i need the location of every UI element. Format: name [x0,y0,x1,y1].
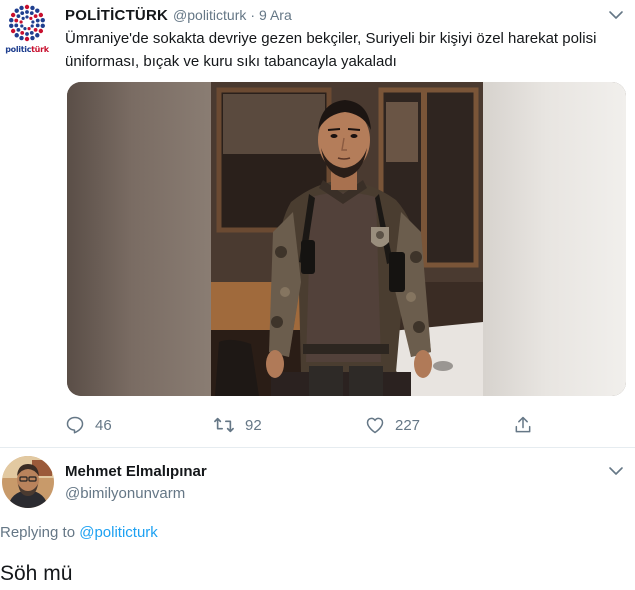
logo-wordmark: politictürk [5,45,49,54]
logo-dot [35,18,40,23]
reply-handle[interactable]: @bimilyonunvarm [65,485,185,502]
divider [0,447,635,448]
tweet-photo[interactable] [67,82,626,396]
logo-dot [21,16,25,20]
logo-dot [14,18,19,23]
logo-dot [38,28,44,34]
replying-to: Replying to @politicturk [0,524,158,541]
retweet-icon [214,417,234,433]
logo-dot [19,20,23,24]
share-icon [515,416,531,433]
logo-dot [9,23,14,28]
avatar[interactable]: politictürk [5,3,49,61]
reply-avatar[interactable] [2,456,54,508]
logo-dot [35,23,40,28]
tweet[interactable]: politictürk POLİTİCTÜRK @politicturk · 9 Ar… [0,0,635,445]
logo-dot [10,12,16,18]
tweet-action-bar: 46 92 227 [65,413,545,437]
logo-dot [38,12,44,18]
replying-to-label: Replying to [0,524,80,541]
logo-dot [30,35,35,41]
reply-display-name[interactable]: Mehmet Elmalıpınar [65,463,207,480]
logo-dot [40,18,45,23]
tweet-text: Ümraniye'de sokakta devriye gezen bekçil… [65,30,597,70]
mention-link[interactable]: @politicturk [79,524,158,541]
photo-man-in-uniform [211,82,483,396]
logo-dot [33,14,38,19]
logo-dot [29,31,34,35]
logo-dot [35,33,40,38]
logo-dot [20,11,25,15]
logo-dot [14,33,19,38]
logo-dot [23,27,27,31]
logo-dot [19,5,24,11]
logo-dot [9,18,14,23]
logo-dot [10,28,16,34]
heart-icon [366,417,384,434]
logo-dot [25,15,29,19]
logo-dot [40,23,45,28]
logo-dot [14,8,19,13]
logo-dot [29,11,34,15]
logo-dot [14,23,19,28]
photo-blur-right [481,82,626,396]
logo-dot [24,36,30,42]
chevron-down-icon[interactable] [608,465,624,477]
like-count: 227 [395,416,421,434]
logo-dot [19,35,24,41]
chevron-down-icon[interactable] [608,9,624,21]
logo-dot [16,27,21,32]
reply-button[interactable]: 46 [65,413,112,437]
logo-dot [20,31,25,35]
separator: · [250,7,256,23]
logo-dot [25,10,29,14]
photo-blur-left [67,82,212,396]
comment-icon [66,416,84,434]
logo-dot [16,14,21,19]
logo-dot [27,27,31,31]
logo-dot [29,16,33,20]
share-button[interactable] [513,413,533,437]
tweet-header: POLİTİCTÜRK @politicturk · 9 Ara [65,7,292,27]
reply-count: 46 [95,416,112,434]
retweet-button[interactable]: 92 [213,413,262,437]
logo-dot [24,4,30,10]
handle[interactable]: @politicturk [173,7,246,23]
timestamp[interactable]: 9 Ara [259,7,292,23]
avatar-photo [2,456,54,508]
logo-dot [30,5,35,11]
logo-dot [33,27,38,32]
logo-dot [35,8,40,13]
logo-dot [30,24,34,28]
reply-text: Söh mü [0,562,73,585]
retweet-count: 92 [245,416,262,434]
logo-dot [25,32,29,36]
logo-dot [20,24,24,28]
logo-dot [31,20,35,24]
display-name[interactable]: POLİTİCTÜRK [65,7,168,24]
like-button[interactable]: 227 [365,413,420,437]
